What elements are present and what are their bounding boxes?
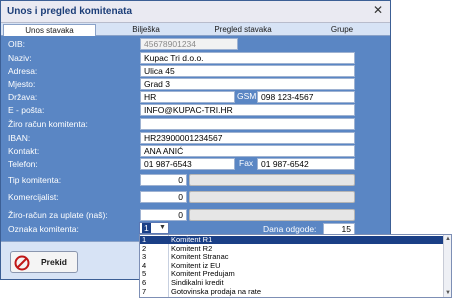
close-icon[interactable]: ✕ [371,3,385,17]
dropdown-option[interactable]: 7 Gotovinska prodaja na rate [140,286,443,296]
kontakt-label: Kontakt: [8,146,40,156]
adresa-label: Adresa: [8,66,38,76]
oib-label: OIB: [8,39,26,49]
stop-icon [14,255,30,271]
fax-label: Fax [237,158,257,170]
komercijalist-field[interactable]: 0 [140,191,187,203]
oznaka-dropdown-list: 1 Komitent R1 2 Komitent R2 3 Komitent Strana… [139,234,452,298]
oznaka-combo[interactable]: 1 ▼ [139,222,169,234]
dropdown-scrollbar[interactable]: ▲ ▼ [443,235,451,297]
dana-label: Dana odgode: [263,224,317,234]
drzava-field[interactable]: HR [140,91,235,103]
dropdown-option[interactable]: 1 Komitent R1 [140,236,443,244]
tab-pregled-stavaka[interactable]: Pregled stavaka [193,24,293,36]
scroll-up-icon[interactable]: ▲ [444,235,451,243]
option-code: 6 [142,278,147,287]
tab-bar: Unos stavaka Bilješka Pregled stavaka Gr… [1,23,390,36]
komercijalist-label: Komercijalist: [8,192,59,202]
ziro-label: Žiro račun komitenta: [8,119,88,129]
naziv-label: Naziv: [8,53,32,63]
chevron-down-icon[interactable]: ▼ [157,223,168,233]
oznaka-value: 1 [142,223,151,233]
tip-label: Tip komitenta: [8,175,62,185]
ziro-field[interactable] [140,118,355,130]
ziro-uplata-description [189,209,355,221]
mjesto-field[interactable]: Grad 3 [140,78,355,90]
iban-label: IBAN: [8,133,31,143]
ziro-uplata-label: Žiro-račun za uplate (naš): [8,210,108,220]
window-title: Unos i pregled komitenata [7,6,133,17]
cancel-button[interactable]: Prekid [10,251,78,273]
scroll-down-icon[interactable]: ▼ [444,289,451,297]
tip-description [189,174,355,186]
kontakt-field[interactable]: ANA ANIĆ [140,145,355,157]
telefon-field[interactable]: 01 987-6543 [140,158,235,170]
option-name: Komitent Stranac [171,252,229,262]
option-name: Gotovinska prodaja na rate [171,286,262,296]
title-bar[interactable]: Unos i pregled komitenata ✕ [1,1,390,23]
adresa-field[interactable]: Ulica 45 [140,65,355,77]
tip-field[interactable]: 0 [140,174,187,186]
naziv-field[interactable]: Kupac Tri d.o.o. [140,52,355,64]
cancel-button-label: Prekid [41,257,67,267]
gsm-label: GSM [235,91,257,103]
entry-form: OIB: 45678901234 Naziv: Kupac Tri d.o.o.… [3,37,388,237]
option-code: 7 [142,286,147,296]
option-code: 1 [142,235,147,244]
fax-field[interactable]: 01 987-6542 [257,158,355,170]
dropdown-option[interactable]: 3 Komitent Stranac [140,253,443,261]
tab-grupe[interactable]: Grupe [297,24,387,36]
oib-field[interactable]: 45678901234 [140,38,238,50]
tab-biljeska[interactable]: Bilješka [101,24,191,36]
telefon-label: Telefon: [8,159,38,169]
drzava-label: Država: [8,92,38,102]
tab-unos-stavaka[interactable]: Unos stavaka [3,24,96,36]
option-name: Sindikalni kredit [171,278,224,287]
email-field[interactable]: INFO@KUPAC-TRI.HR [140,104,355,116]
ziro-uplata-field[interactable]: 0 [140,209,187,221]
option-name: Komitent R1 [171,235,213,244]
email-label: E - pošta: [8,105,45,115]
option-code: 3 [142,252,147,262]
gsm-field[interactable]: 098 123-4567 [257,91,355,103]
iban-field[interactable]: HR23900001234567 [140,132,355,144]
komercijalist-description [189,191,355,203]
dropdown-option[interactable]: 6 Sindikalni kredit [140,279,443,287]
oznaka-label: Oznaka komitenta: [8,224,79,234]
mjesto-label: Mjesto: [8,79,36,89]
